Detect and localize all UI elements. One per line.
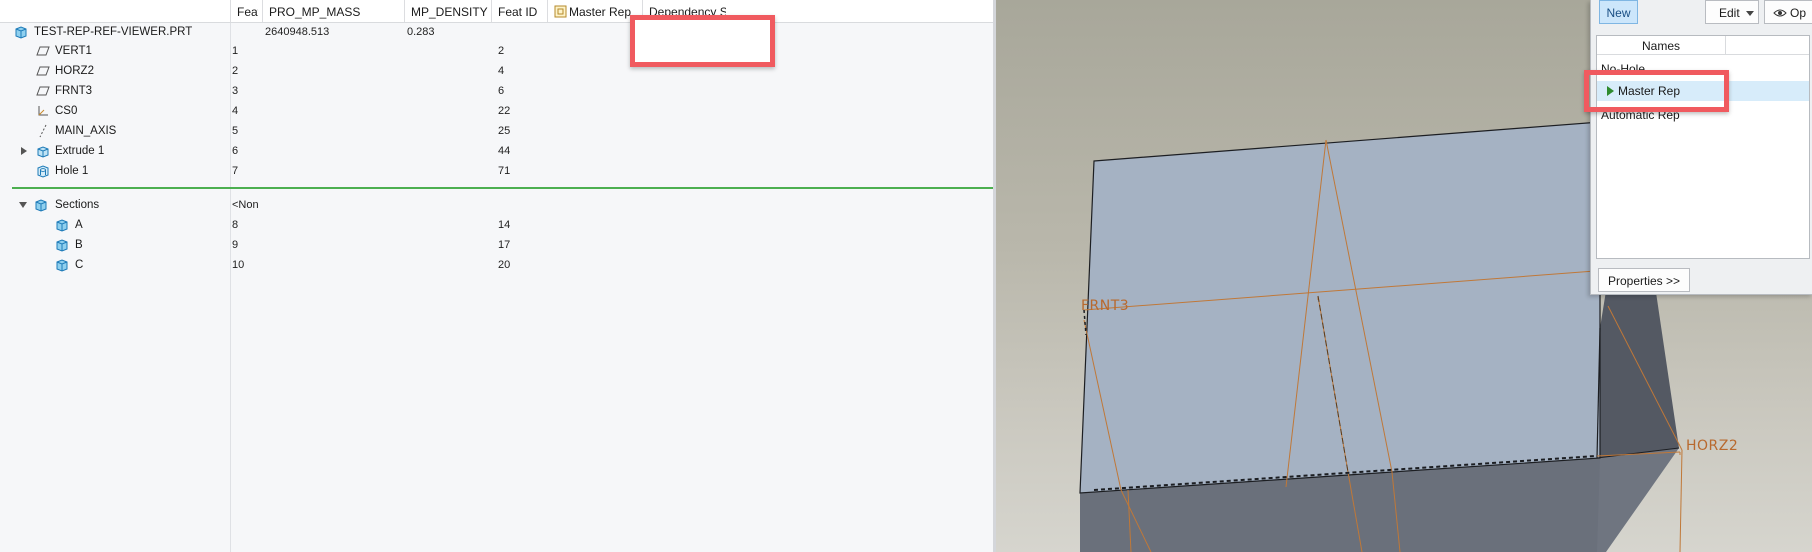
- datum-plane-icon: [36, 46, 50, 56]
- collapse-chevron-icon[interactable]: [19, 202, 27, 208]
- feat-id: 14: [498, 219, 511, 231]
- tree-row-feature[interactable]: VERT1 1 2: [0, 41, 993, 61]
- feat-number: 3: [232, 85, 239, 97]
- chevron-down-icon: [1746, 11, 1754, 16]
- mass-value: 2640948.513: [265, 26, 330, 38]
- tree-row-sections[interactable]: Sections <Non: [0, 195, 993, 215]
- feat-id: 22: [498, 105, 511, 117]
- feat-number: 1: [232, 45, 239, 57]
- density-value: 0.283: [407, 26, 435, 38]
- feat-id: 20: [498, 259, 511, 271]
- tree-row-feature[interactable]: CS0 4 22: [0, 101, 993, 121]
- coordinate-system-icon: [38, 106, 48, 116]
- tree-node-label: HORZ2: [55, 65, 94, 77]
- options-button[interactable]: Op: [1764, 0, 1812, 24]
- sections-icon: [35, 199, 47, 212]
- feat-id: 6: [498, 85, 505, 97]
- tree-row-section[interactable]: A 8 14: [0, 215, 993, 235]
- datum-plane-icon: [36, 66, 50, 76]
- tree-node-label: A: [75, 219, 83, 231]
- column-header-feat-id[interactable]: Feat ID: [491, 0, 547, 22]
- tree-row-feature[interactable]: HORZ2 2 4: [0, 61, 993, 81]
- feat-id: 71: [498, 165, 511, 177]
- simplified-rep-dialog: New Edit Op Names No-Hole Master Rep Aut…: [1584, 0, 1812, 295]
- tree-node-label: Hole 1: [55, 165, 89, 177]
- section-icon: [56, 259, 68, 272]
- feat-number: <Non: [232, 199, 259, 211]
- names-header-label: Names: [1642, 39, 1681, 53]
- rep-names-list[interactable]: Names No-Hole Master Rep Automatic Rep: [1596, 35, 1810, 259]
- top-face: [1079, 121, 1601, 494]
- tree-node-label: CS0: [55, 105, 78, 117]
- feat-id: 25: [498, 125, 511, 137]
- part-icon: [15, 26, 27, 39]
- tree-row-section[interactable]: C 10 20: [0, 255, 993, 275]
- tree-row-feature[interactable]: Hole 1 7 71: [0, 161, 993, 181]
- master-rep-icon: [554, 5, 567, 18]
- tree-row-feature[interactable]: FRNT3 3 6: [0, 81, 993, 101]
- feat-number: 5: [232, 125, 239, 137]
- datum-plane-icon: [36, 86, 50, 96]
- column-header-density[interactable]: MP_DENSITY: [404, 0, 491, 22]
- expand-chevron-icon[interactable]: [21, 147, 27, 155]
- feat-number: 9: [232, 239, 239, 251]
- tree-node-label: Sections: [55, 199, 100, 211]
- new-rep-button[interactable]: New: [1599, 0, 1638, 24]
- tree-node-label: B: [75, 239, 83, 251]
- tree-node-label: TEST-REP-REF-VIEWER.PRT: [34, 26, 193, 38]
- header-divider: [1725, 36, 1726, 54]
- edit-dropdown-button[interactable]: Edit: [1705, 0, 1759, 24]
- tree-node-label: FRNT3: [55, 85, 93, 97]
- column-header-master-rep[interactable]: Master Rep: [547, 0, 642, 22]
- datum-axis-icon: [39, 124, 47, 138]
- tree-node-label: C: [75, 259, 84, 271]
- model-tree-panel: Feat PRO_MP_MASS MP_DENSITY Feat ID Mast…: [0, 0, 996, 552]
- column-header-feat[interactable]: Feat: [230, 0, 258, 22]
- section-icon: [56, 239, 68, 252]
- tree-row-feature[interactable]: Extrude 1 6 44: [0, 141, 993, 161]
- feat-number: 2: [232, 65, 239, 77]
- names-column-header[interactable]: Names: [1597, 36, 1809, 55]
- properties-button[interactable]: Properties >>: [1598, 268, 1690, 292]
- tree-row-feature[interactable]: MAIN_AXIS 5 25: [0, 121, 993, 141]
- feat-number: 4: [232, 105, 239, 117]
- extrude-icon: [37, 146, 49, 158]
- highlight-box-dependency: [630, 15, 775, 67]
- tree-node-label: MAIN_AXIS: [55, 125, 117, 137]
- insert-here-line[interactable]: [12, 187, 993, 189]
- feat-id: 17: [498, 239, 511, 251]
- tree-row-root[interactable]: TEST-REP-REF-VIEWER.PRT 2640948.513 0.28…: [0, 22, 993, 42]
- datum-label-frnt3[interactable]: FRNT3: [1081, 298, 1129, 314]
- tree-node-label: Extrude 1: [55, 145, 105, 157]
- highlight-box-master-rep: [1584, 70, 1729, 112]
- feat-number: 8: [232, 219, 239, 231]
- feat-id: 4: [498, 65, 505, 77]
- hole-icon: [37, 165, 49, 178]
- column-header-mass[interactable]: PRO_MP_MASS: [262, 0, 404, 22]
- tree-node-label: VERT1: [55, 45, 92, 57]
- tree-column-header: Feat PRO_MP_MASS MP_DENSITY Feat ID Mast…: [0, 0, 993, 23]
- section-icon: [56, 219, 68, 232]
- feat-number: 10: [232, 259, 245, 271]
- feat-id: 2: [498, 45, 505, 57]
- feat-number: 6: [232, 145, 239, 157]
- eye-icon: [1773, 9, 1787, 17]
- datum-label-horz2[interactable]: HORZ2: [1686, 438, 1738, 454]
- tree-row-section[interactable]: B 9 17: [0, 235, 993, 255]
- feat-id: 44: [498, 145, 511, 157]
- feat-number: 7: [232, 165, 239, 177]
